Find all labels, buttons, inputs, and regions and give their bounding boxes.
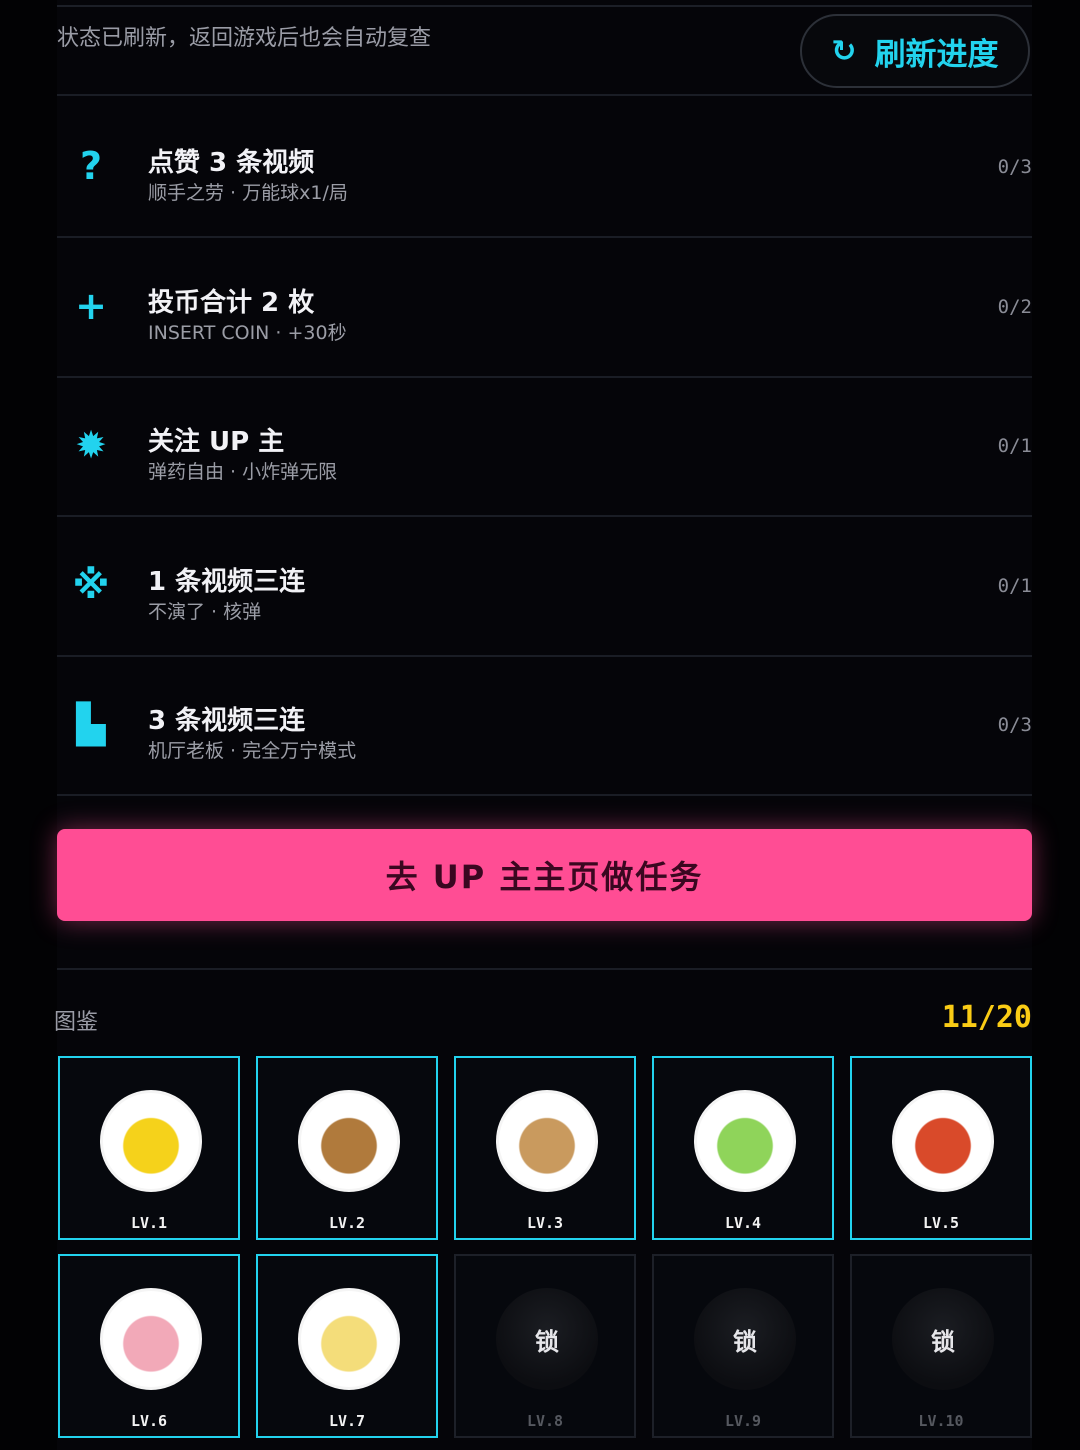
task-title: 3 条视频三连 bbox=[148, 706, 306, 736]
task-subtitle: 机厅老板 · 完全万宁模式 bbox=[148, 740, 357, 762]
task-title: 关注 UP 主 bbox=[148, 427, 285, 457]
gallery-card[interactable]: LV.3 bbox=[454, 1056, 636, 1240]
task-row: ※ 1 条视频三连不演了 · 核弹 0/1 bbox=[57, 517, 1032, 655]
divider bbox=[57, 5, 1032, 7]
lock-label: 锁 bbox=[733, 1327, 757, 1356]
task-subtitle: 不演了 · 核弹 bbox=[148, 600, 262, 623]
refresh-button-label: 刷新进度 bbox=[874, 36, 999, 73]
refresh-progress-button[interactable]: ↻ 刷新进度 bbox=[800, 14, 1030, 88]
duck-avatar bbox=[298, 1288, 400, 1390]
task-row: + 投币合计 2 枚 INSERT COIN · +30秒 0/2 bbox=[57, 238, 1032, 376]
task-progress: 0/3 bbox=[997, 156, 1032, 178]
task-row: ? 点赞 3 条视频顺手之劳 · 万能球x1/局 0/3 bbox=[57, 98, 1032, 236]
gallery-card[interactable]: LV.6 bbox=[58, 1254, 240, 1438]
plus-icon: + bbox=[75, 283, 107, 328]
lock-label: 锁 bbox=[535, 1327, 559, 1356]
task-progress: 0/3 bbox=[997, 714, 1032, 736]
dog-avatar bbox=[298, 1090, 400, 1192]
gallery-card-locked[interactable]: 锁 LV.10 bbox=[850, 1254, 1032, 1438]
chicken-avatar bbox=[694, 1090, 796, 1192]
task-progress: 0/2 bbox=[997, 295, 1032, 318]
banana-cat-avatar bbox=[100, 1090, 202, 1192]
level-label: LV.9 bbox=[724, 1412, 762, 1430]
gallery-card[interactable]: LV.4 bbox=[652, 1056, 834, 1240]
refresh-icon: ↻ bbox=[831, 33, 857, 69]
gallery-count: 11/20 bbox=[941, 1000, 1032, 1035]
task-subtitle: 顺手之劳 · 万能球x1/局 bbox=[148, 182, 348, 204]
cat-avatar bbox=[496, 1090, 598, 1192]
status-message: 状态已刷新，返回游戏后也会自动复查 bbox=[57, 26, 432, 51]
level-label: LV.3 bbox=[526, 1214, 564, 1232]
task-row: ✹ 关注 UP 主弹药自由 · 小炸弹无限 0/1 bbox=[57, 377, 1032, 515]
gallery-card[interactable]: LV.7 bbox=[256, 1254, 438, 1438]
task-title: 1 条视频三连 bbox=[148, 566, 306, 597]
anime-girl-avatar bbox=[100, 1288, 202, 1390]
task-title: 点赞 3 条视频 bbox=[148, 148, 315, 178]
starburst-icon: ✹ bbox=[75, 423, 107, 467]
question-icon: ? bbox=[79, 144, 103, 188]
level-label: LV.8 bbox=[526, 1412, 564, 1430]
pixel-character-avatar bbox=[892, 1090, 994, 1192]
level-label: LV.4 bbox=[724, 1214, 762, 1232]
level-label: LV.6 bbox=[130, 1412, 168, 1430]
lock-label: 锁 bbox=[931, 1327, 955, 1356]
gallery-title: 图鉴 bbox=[54, 1010, 99, 1035]
go-to-up-homepage-button[interactable]: 去 UP 主主页做任务 bbox=[57, 829, 1032, 921]
task-progress: 0/1 bbox=[997, 435, 1032, 457]
gallery-card[interactable]: LV.5 bbox=[850, 1056, 1032, 1240]
gallery-card-locked[interactable]: 锁 LV.8 bbox=[454, 1254, 636, 1438]
level-label: LV.2 bbox=[328, 1214, 366, 1232]
level-label: LV.7 bbox=[328, 1412, 366, 1430]
gallery-card-locked[interactable]: 锁 LV.9 bbox=[652, 1254, 834, 1438]
gallery-card[interactable]: LV.2 bbox=[256, 1056, 438, 1240]
task-progress: 0/1 bbox=[997, 574, 1032, 597]
locked-avatar: 锁 bbox=[694, 1288, 796, 1390]
task-title: 投币合计 2 枚 bbox=[148, 287, 315, 318]
level-label: LV.1 bbox=[130, 1214, 168, 1232]
locked-avatar: 锁 bbox=[496, 1288, 598, 1390]
level-label: LV.5 bbox=[922, 1214, 960, 1232]
task-subtitle: 弹药自由 · 小炸弹无限 bbox=[148, 461, 338, 483]
bookmark-icon: ▙ bbox=[76, 702, 106, 746]
cross-icon: ※ bbox=[72, 562, 110, 607]
divider bbox=[57, 94, 1032, 96]
gallery-card[interactable]: LV.1 bbox=[58, 1056, 240, 1240]
level-label: LV.10 bbox=[918, 1412, 964, 1430]
task-subtitle: INSERT COIN · +30秒 bbox=[148, 321, 347, 344]
task-row: ▙ 3 条视频三连机厅老板 · 完全万宁模式 0/3 bbox=[57, 656, 1032, 794]
divider bbox=[57, 968, 1032, 970]
divider bbox=[57, 794, 1032, 796]
locked-avatar: 锁 bbox=[892, 1288, 994, 1390]
